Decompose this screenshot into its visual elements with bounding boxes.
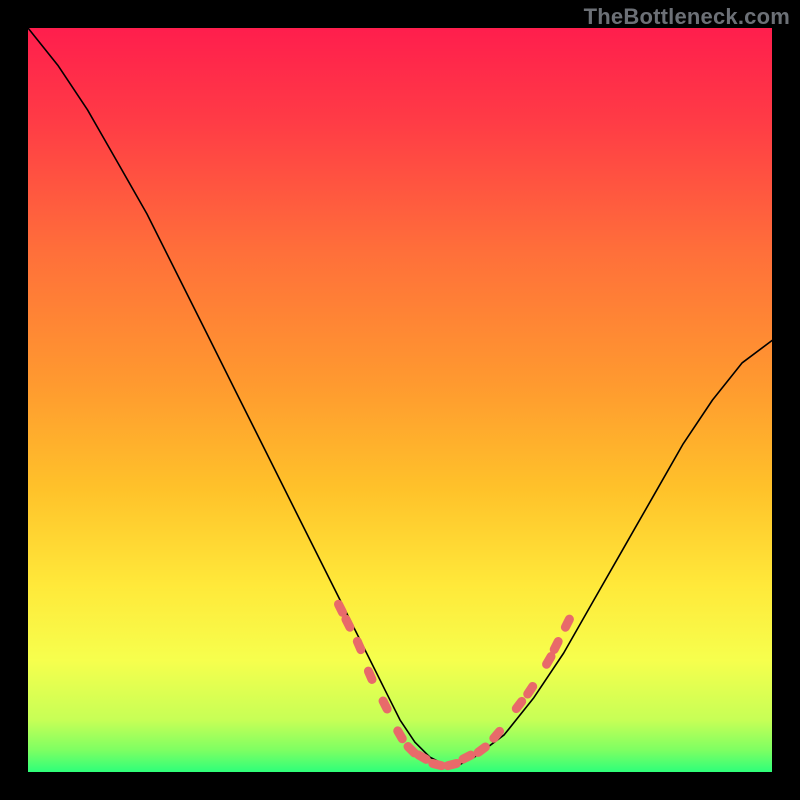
chart-frame: TheBottleneck.com [0,0,800,800]
gradient-background [28,28,772,772]
watermark-text: TheBottleneck.com [584,4,790,30]
plot-area [28,28,772,772]
chart-svg [28,28,772,772]
